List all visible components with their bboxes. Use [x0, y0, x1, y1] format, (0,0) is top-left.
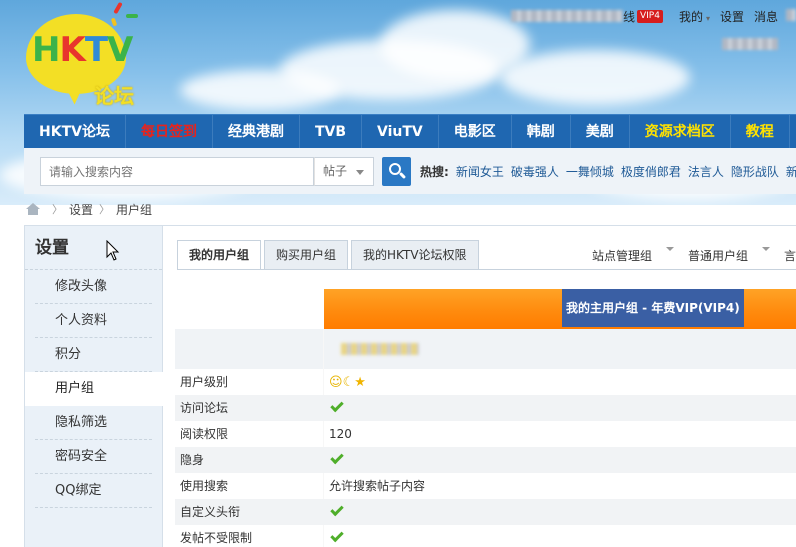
permission-key: 隐身: [180, 453, 205, 467]
mouse-cursor-icon: [106, 240, 120, 261]
username-redacted: [510, 10, 623, 22]
permission-key: 发帖不受限制: [180, 531, 253, 545]
user-bar: 线 VIP4 我的 ▾ 设置 消息: [510, 6, 796, 26]
settings-link[interactable]: 设置: [720, 8, 744, 25]
breadcrumb: 〉 设置 〉 用户组: [26, 200, 152, 218]
permission-key: 阅读权限: [180, 427, 229, 441]
check-icon: [329, 395, 344, 421]
nav-item[interactable]: 电影区: [439, 114, 512, 149]
moon-icon: ☾: [342, 375, 355, 390]
tab-my-permissions[interactable]: 我的HKTV论坛权限: [351, 240, 479, 270]
home-icon[interactable]: [26, 203, 40, 215]
main-usergroup-label: 我的主用户组 - 年费VIP(VIP4): [562, 289, 744, 327]
logo-wordmark: HKTV: [32, 30, 133, 70]
sidebar-item-usergroup[interactable]: 用户组: [25, 372, 163, 406]
vip-badge: VIP4: [636, 9, 663, 23]
messages-link[interactable]: 消息: [754, 8, 778, 25]
star-icon: ★: [354, 375, 366, 390]
vip-suffix: 线: [622, 9, 635, 24]
tab-bar: 我的用户组 购买用户组 我的HKTV论坛权限: [177, 240, 482, 270]
nav-item[interactable]: HKTV论坛: [24, 114, 126, 149]
permission-row: 访问论坛: [175, 395, 796, 421]
permission-value: 允许搜索帖子内容: [329, 479, 426, 493]
search-bar: 帖子 热搜: 新闻女王破毒强人一舞倾城极度俏郎君法言人隐形战队新: [24, 148, 796, 194]
permission-row: 隐身: [175, 447, 796, 473]
check-icon: [329, 447, 344, 473]
search-type-select[interactable]: 帖子: [314, 157, 374, 186]
chevron-down-icon: ▾: [705, 13, 710, 23]
permission-row: 使用搜索 允许搜索帖子内容: [175, 473, 796, 499]
smiley-icon: ☺: [329, 375, 343, 390]
check-icon: [329, 499, 344, 525]
permission-value: 120: [329, 427, 352, 441]
sidebar-item-qq[interactable]: QQ绑定: [25, 474, 162, 508]
main-nav: HKTV论坛 每日签到 经典港剧 TVB ViuTV 电影区 韩剧 美剧 资源求档区 教程: [24, 114, 796, 149]
site-logo[interactable]: HKTV 论坛: [22, 1, 152, 110]
more-group-link[interactable]: 言: [784, 247, 796, 264]
user-level-icons: ☺☾★: [329, 369, 366, 396]
my-menu[interactable]: 我的 ▾: [679, 8, 710, 25]
hot-search-label: 热搜:: [420, 165, 449, 179]
nav-item[interactable]: TVB: [300, 114, 363, 149]
hot-search-link[interactable]: 破毒强人: [511, 163, 559, 180]
hot-searches: 热搜: 新闻女王 破毒强人 一舞倾城 极度俏郎君 法言人 隐形战队新: [420, 163, 796, 180]
nav-item[interactable]: ViuTV: [362, 114, 439, 149]
chevron-right-icon: 〉: [52, 203, 63, 216]
nav-item[interactable]: 资源求档区: [630, 114, 731, 149]
chevron-down-icon: [665, 247, 674, 251]
nav-item[interactable]: 教程: [731, 114, 790, 149]
sidebar-item-privacy[interactable]: 隐私筛选: [25, 406, 162, 440]
permission-key: 使用搜索: [180, 479, 229, 493]
chevron-down-icon: [356, 170, 364, 175]
site-admin-group-link[interactable]: 站点管理组: [592, 247, 652, 264]
permission-key: 自定义头衔: [180, 505, 241, 519]
hot-search-link[interactable]: 法言人: [688, 163, 724, 180]
permission-row: 阅读权限 120: [175, 421, 796, 447]
permission-key: 访问论坛: [180, 401, 229, 415]
chevron-down-icon: [761, 247, 770, 251]
check-icon: [329, 525, 344, 547]
breadcrumb-usergroup[interactable]: 用户组: [116, 201, 152, 218]
regular-group-link[interactable]: 普通用户组: [688, 247, 748, 264]
main-content: 我的用户组 购买用户组 我的HKTV论坛权限 站点管理组 普通用户组 言 我的主用户…: [163, 225, 796, 547]
sidebar-item-credits[interactable]: 积分: [25, 338, 162, 372]
tab-my-usergroup[interactable]: 我的用户组: [177, 240, 262, 270]
hot-search-link[interactable]: 隐形战队: [731, 163, 779, 180]
permission-row: 发帖不受限制: [175, 525, 796, 547]
hot-search-link[interactable]: 新: [786, 163, 796, 180]
tab-buy-usergroup[interactable]: 购买用户组: [264, 240, 349, 270]
user-info-redacted: [722, 38, 778, 50]
permission-key: 用户级别: [180, 375, 229, 389]
permission-row: 用户级别 ☺☾★: [175, 369, 796, 395]
chevron-right-icon: 〉: [99, 203, 111, 216]
usergroup-name-row: [175, 329, 796, 369]
sidebar-item-password[interactable]: 密码安全: [25, 440, 162, 474]
sidebar-item-profile[interactable]: 个人资料: [25, 304, 162, 338]
usergroup-banner: 我的主用户组 - 年费VIP(VIP4): [324, 289, 796, 329]
sidebar-title: 设置: [25, 226, 162, 270]
nav-item[interactable]: 经典港剧: [213, 114, 300, 149]
breadcrumb-settings[interactable]: 设置: [69, 201, 93, 218]
permission-row: 自定义头衔: [175, 499, 796, 525]
nav-item[interactable]: 美剧: [571, 114, 630, 149]
more-link[interactable]: [786, 8, 796, 24]
search-input[interactable]: [40, 157, 314, 186]
hot-search-link[interactable]: 极度俏郎君: [621, 163, 681, 180]
hot-search-link[interactable]: 新闻女王: [456, 163, 504, 180]
sidebar-item-avatar[interactable]: 修改头像: [25, 270, 162, 304]
nav-item-overflow: [790, 115, 796, 149]
group-links: 站点管理组 普通用户组 言: [578, 247, 796, 264]
hot-search-link[interactable]: 一舞倾城: [566, 163, 614, 180]
settings-sidebar: 设置 修改头像 个人资料 积分 用户组 隐私筛选 密码安全 QQ绑定: [24, 225, 163, 547]
nav-item[interactable]: 韩剧: [512, 114, 571, 149]
logo-subtitle: 论坛: [94, 84, 134, 108]
search-button[interactable]: [382, 157, 411, 186]
nav-item[interactable]: 每日签到: [126, 114, 213, 149]
usergroup-name-redacted: [341, 343, 419, 355]
